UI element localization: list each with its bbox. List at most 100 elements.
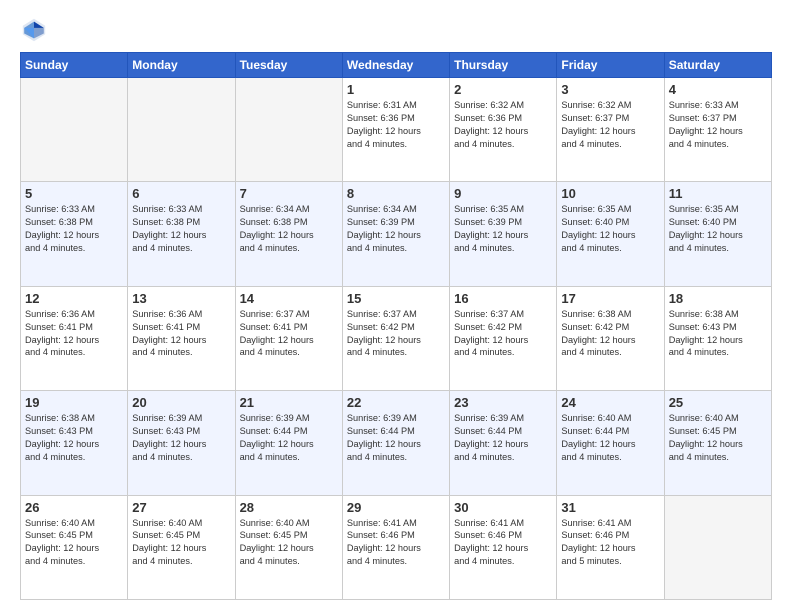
- day-info: Sunrise: 6:37 AM Sunset: 6:41 PM Dayligh…: [240, 308, 338, 360]
- day-number: 7: [240, 186, 338, 201]
- day-number: 23: [454, 395, 552, 410]
- day-number: 15: [347, 291, 445, 306]
- header: [20, 16, 772, 44]
- day-number: 24: [561, 395, 659, 410]
- day-number: 9: [454, 186, 552, 201]
- day-number: 19: [25, 395, 123, 410]
- day-info: Sunrise: 6:34 AM Sunset: 6:38 PM Dayligh…: [240, 203, 338, 255]
- day-info: Sunrise: 6:39 AM Sunset: 6:44 PM Dayligh…: [347, 412, 445, 464]
- day-info: Sunrise: 6:40 AM Sunset: 6:45 PM Dayligh…: [132, 517, 230, 569]
- day-info: Sunrise: 6:34 AM Sunset: 6:39 PM Dayligh…: [347, 203, 445, 255]
- day-info: Sunrise: 6:39 AM Sunset: 6:44 PM Dayligh…: [240, 412, 338, 464]
- day-info: Sunrise: 6:40 AM Sunset: 6:44 PM Dayligh…: [561, 412, 659, 464]
- day-info: Sunrise: 6:38 AM Sunset: 6:42 PM Dayligh…: [561, 308, 659, 360]
- weekday-header-friday: Friday: [557, 53, 664, 78]
- calendar-cell: 26 Sunrise: 6:40 AM Sunset: 6:45 PM Dayli…: [21, 495, 128, 599]
- weekday-header-sunday: Sunday: [21, 53, 128, 78]
- day-info: Sunrise: 6:33 AM Sunset: 6:38 PM Dayligh…: [132, 203, 230, 255]
- day-number: 4: [669, 82, 767, 97]
- day-info: Sunrise: 6:39 AM Sunset: 6:44 PM Dayligh…: [454, 412, 552, 464]
- weekday-header-wednesday: Wednesday: [342, 53, 449, 78]
- day-info: Sunrise: 6:36 AM Sunset: 6:41 PM Dayligh…: [25, 308, 123, 360]
- day-info: Sunrise: 6:37 AM Sunset: 6:42 PM Dayligh…: [347, 308, 445, 360]
- calendar-cell: 2 Sunrise: 6:32 AM Sunset: 6:36 PM Daylig…: [450, 78, 557, 182]
- calendar-cell: 30 Sunrise: 6:41 AM Sunset: 6:46 PM Dayli…: [450, 495, 557, 599]
- week-row-5: 26 Sunrise: 6:40 AM Sunset: 6:45 PM Dayli…: [21, 495, 772, 599]
- day-number: 22: [347, 395, 445, 410]
- day-number: 30: [454, 500, 552, 515]
- day-info: Sunrise: 6:31 AM Sunset: 6:36 PM Dayligh…: [347, 99, 445, 151]
- calendar-cell: 17 Sunrise: 6:38 AM Sunset: 6:42 PM Dayli…: [557, 286, 664, 390]
- calendar-cell: 27 Sunrise: 6:40 AM Sunset: 6:45 PM Dayli…: [128, 495, 235, 599]
- week-row-1: 1Sunrise: 6:31 AM Sunset: 6:36 PM Daylig…: [21, 78, 772, 182]
- week-row-3: 12 Sunrise: 6:36 AM Sunset: 6:41 PM Dayli…: [21, 286, 772, 390]
- weekday-header-thursday: Thursday: [450, 53, 557, 78]
- day-number: 16: [454, 291, 552, 306]
- calendar-cell: 23 Sunrise: 6:39 AM Sunset: 6:44 PM Dayli…: [450, 391, 557, 495]
- calendar-cell: 10 Sunrise: 6:35 AM Sunset: 6:40 PM Dayli…: [557, 182, 664, 286]
- day-info: Sunrise: 6:39 AM Sunset: 6:43 PM Dayligh…: [132, 412, 230, 464]
- calendar-cell: 13 Sunrise: 6:36 AM Sunset: 6:41 PM Dayli…: [128, 286, 235, 390]
- week-row-2: 5 Sunrise: 6:33 AM Sunset: 6:38 PM Daylig…: [21, 182, 772, 286]
- day-number: 11: [669, 186, 767, 201]
- day-number: 13: [132, 291, 230, 306]
- calendar-cell: 3 Sunrise: 6:32 AM Sunset: 6:37 PM Daylig…: [557, 78, 664, 182]
- day-info: Sunrise: 6:41 AM Sunset: 6:46 PM Dayligh…: [347, 517, 445, 569]
- day-info: Sunrise: 6:32 AM Sunset: 6:36 PM Dayligh…: [454, 99, 552, 151]
- day-number: 3: [561, 82, 659, 97]
- calendar-cell: 19 Sunrise: 6:38 AM Sunset: 6:43 PM Dayli…: [21, 391, 128, 495]
- week-row-4: 19 Sunrise: 6:38 AM Sunset: 6:43 PM Dayli…: [21, 391, 772, 495]
- day-number: 10: [561, 186, 659, 201]
- day-number: 12: [25, 291, 123, 306]
- calendar-cell: 6 Sunrise: 6:33 AM Sunset: 6:38 PM Daylig…: [128, 182, 235, 286]
- day-info: Sunrise: 6:32 AM Sunset: 6:37 PM Dayligh…: [561, 99, 659, 151]
- day-info: Sunrise: 6:35 AM Sunset: 6:39 PM Dayligh…: [454, 203, 552, 255]
- calendar: SundayMondayTuesdayWednesdayThursdayFrid…: [20, 52, 772, 600]
- day-info: Sunrise: 6:40 AM Sunset: 6:45 PM Dayligh…: [25, 517, 123, 569]
- calendar-cell: [128, 78, 235, 182]
- day-info: Sunrise: 6:40 AM Sunset: 6:45 PM Dayligh…: [669, 412, 767, 464]
- weekday-header-tuesday: Tuesday: [235, 53, 342, 78]
- day-info: Sunrise: 6:36 AM Sunset: 6:41 PM Dayligh…: [132, 308, 230, 360]
- calendar-cell: 31Sunrise: 6:41 AM Sunset: 6:46 PM Dayli…: [557, 495, 664, 599]
- calendar-cell: 20Sunrise: 6:39 AM Sunset: 6:43 PM Dayli…: [128, 391, 235, 495]
- calendar-cell: 24 Sunrise: 6:40 AM Sunset: 6:44 PM Dayli…: [557, 391, 664, 495]
- calendar-cell: 22 Sunrise: 6:39 AM Sunset: 6:44 PM Dayli…: [342, 391, 449, 495]
- day-number: 26: [25, 500, 123, 515]
- calendar-cell: 9 Sunrise: 6:35 AM Sunset: 6:39 PM Daylig…: [450, 182, 557, 286]
- day-number: 6: [132, 186, 230, 201]
- calendar-cell: 12 Sunrise: 6:36 AM Sunset: 6:41 PM Dayli…: [21, 286, 128, 390]
- day-number: 25: [669, 395, 767, 410]
- day-number: 5: [25, 186, 123, 201]
- day-number: 8: [347, 186, 445, 201]
- weekday-header-row: SundayMondayTuesdayWednesdayThursdayFrid…: [21, 53, 772, 78]
- calendar-cell: [235, 78, 342, 182]
- day-info: Sunrise: 6:33 AM Sunset: 6:38 PM Dayligh…: [25, 203, 123, 255]
- calendar-cell: 18Sunrise: 6:38 AM Sunset: 6:43 PM Dayli…: [664, 286, 771, 390]
- calendar-cell: 29 Sunrise: 6:41 AM Sunset: 6:46 PM Dayli…: [342, 495, 449, 599]
- calendar-cell: 5 Sunrise: 6:33 AM Sunset: 6:38 PM Daylig…: [21, 182, 128, 286]
- day-number: 29: [347, 500, 445, 515]
- day-info: Sunrise: 6:40 AM Sunset: 6:45 PM Dayligh…: [240, 517, 338, 569]
- day-info: Sunrise: 6:37 AM Sunset: 6:42 PM Dayligh…: [454, 308, 552, 360]
- day-number: 21: [240, 395, 338, 410]
- day-info: Sunrise: 6:41 AM Sunset: 6:46 PM Dayligh…: [561, 517, 659, 569]
- day-info: Sunrise: 6:38 AM Sunset: 6:43 PM Dayligh…: [669, 308, 767, 360]
- calendar-cell: 4 Sunrise: 6:33 AM Sunset: 6:37 PM Daylig…: [664, 78, 771, 182]
- day-info: Sunrise: 6:41 AM Sunset: 6:46 PM Dayligh…: [454, 517, 552, 569]
- weekday-header-saturday: Saturday: [664, 53, 771, 78]
- calendar-cell: [664, 495, 771, 599]
- day-info: Sunrise: 6:35 AM Sunset: 6:40 PM Dayligh…: [561, 203, 659, 255]
- day-number: 27: [132, 500, 230, 515]
- day-info: Sunrise: 6:35 AM Sunset: 6:40 PM Dayligh…: [669, 203, 767, 255]
- day-number: 28: [240, 500, 338, 515]
- calendar-cell: 1Sunrise: 6:31 AM Sunset: 6:36 PM Daylig…: [342, 78, 449, 182]
- calendar-cell: 28 Sunrise: 6:40 AM Sunset: 6:45 PM Dayli…: [235, 495, 342, 599]
- day-number: 17: [561, 291, 659, 306]
- logo: [20, 16, 52, 44]
- day-info: Sunrise: 6:38 AM Sunset: 6:43 PM Dayligh…: [25, 412, 123, 464]
- calendar-cell: 11 Sunrise: 6:35 AM Sunset: 6:40 PM Dayli…: [664, 182, 771, 286]
- day-info: Sunrise: 6:33 AM Sunset: 6:37 PM Dayligh…: [669, 99, 767, 151]
- day-number: 2: [454, 82, 552, 97]
- calendar-cell: 25 Sunrise: 6:40 AM Sunset: 6:45 PM Dayli…: [664, 391, 771, 495]
